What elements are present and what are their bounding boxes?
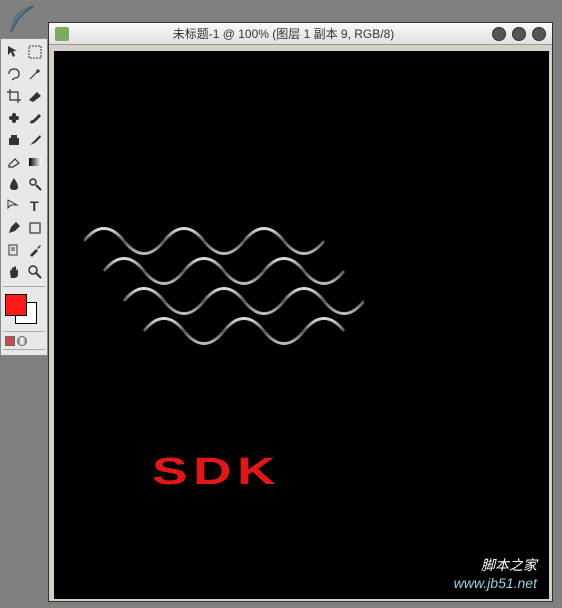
canvas[interactable]: SDK 脚本之家 www.jb51.net — [54, 51, 549, 599]
tool-pen[interactable] — [3, 217, 24, 239]
tool-history[interactable] — [24, 129, 45, 151]
watermark-text: 脚本之家 — [454, 555, 537, 575]
tool-eraser[interactable] — [3, 151, 24, 173]
tool-zoom[interactable] — [24, 261, 45, 283]
tool-brush[interactable] — [24, 107, 45, 129]
tool-dodge[interactable] — [24, 173, 45, 195]
tool-marquee[interactable] — [24, 41, 45, 63]
foreground-color[interactable] — [5, 294, 27, 316]
tool-notes[interactable] — [3, 239, 24, 261]
tool-type[interactable]: T — [24, 195, 45, 217]
tool-shape[interactable] — [24, 217, 45, 239]
document-window: 未标题-1 @ 100% (图层 1 副本 9, RGB/8) SDK 脚本之家… — [48, 22, 553, 602]
mode-standard[interactable] — [5, 336, 15, 346]
svg-text:T: T — [30, 198, 39, 214]
color-picker[interactable] — [3, 290, 45, 328]
watermark-url: www.jb51.net — [454, 575, 537, 591]
document-titlebar[interactable]: 未标题-1 @ 100% (图层 1 副本 9, RGB/8) — [49, 23, 552, 45]
close-button[interactable] — [532, 27, 546, 41]
tool-slice[interactable] — [24, 85, 45, 107]
maximize-button[interactable] — [512, 27, 526, 41]
minimize-button[interactable] — [492, 27, 506, 41]
tool-clone[interactable] — [3, 129, 24, 151]
tool-blur[interactable] — [3, 173, 24, 195]
tool-healing[interactable] — [3, 107, 24, 129]
tool-lasso[interactable] — [3, 63, 24, 85]
app-feather-icon — [4, 2, 40, 38]
tool-hand[interactable] — [3, 261, 24, 283]
sdk-text: SDK — [152, 451, 281, 494]
tool-crop[interactable] — [3, 85, 24, 107]
toolbox: T — [0, 38, 48, 356]
mode-quickmask[interactable] — [17, 336, 27, 346]
tool-path[interactable] — [3, 195, 24, 217]
watermark: 脚本之家 www.jb51.net — [454, 555, 537, 591]
tool-wand[interactable] — [24, 63, 45, 85]
document-icon — [55, 27, 69, 41]
wave-artwork — [84, 211, 364, 356]
tool-gradient[interactable] — [24, 151, 45, 173]
tool-eyedropper[interactable] — [24, 239, 45, 261]
tool-move[interactable] — [3, 41, 24, 63]
document-title: 未标题-1 @ 100% (图层 1 副本 9, RGB/8) — [75, 25, 492, 42]
